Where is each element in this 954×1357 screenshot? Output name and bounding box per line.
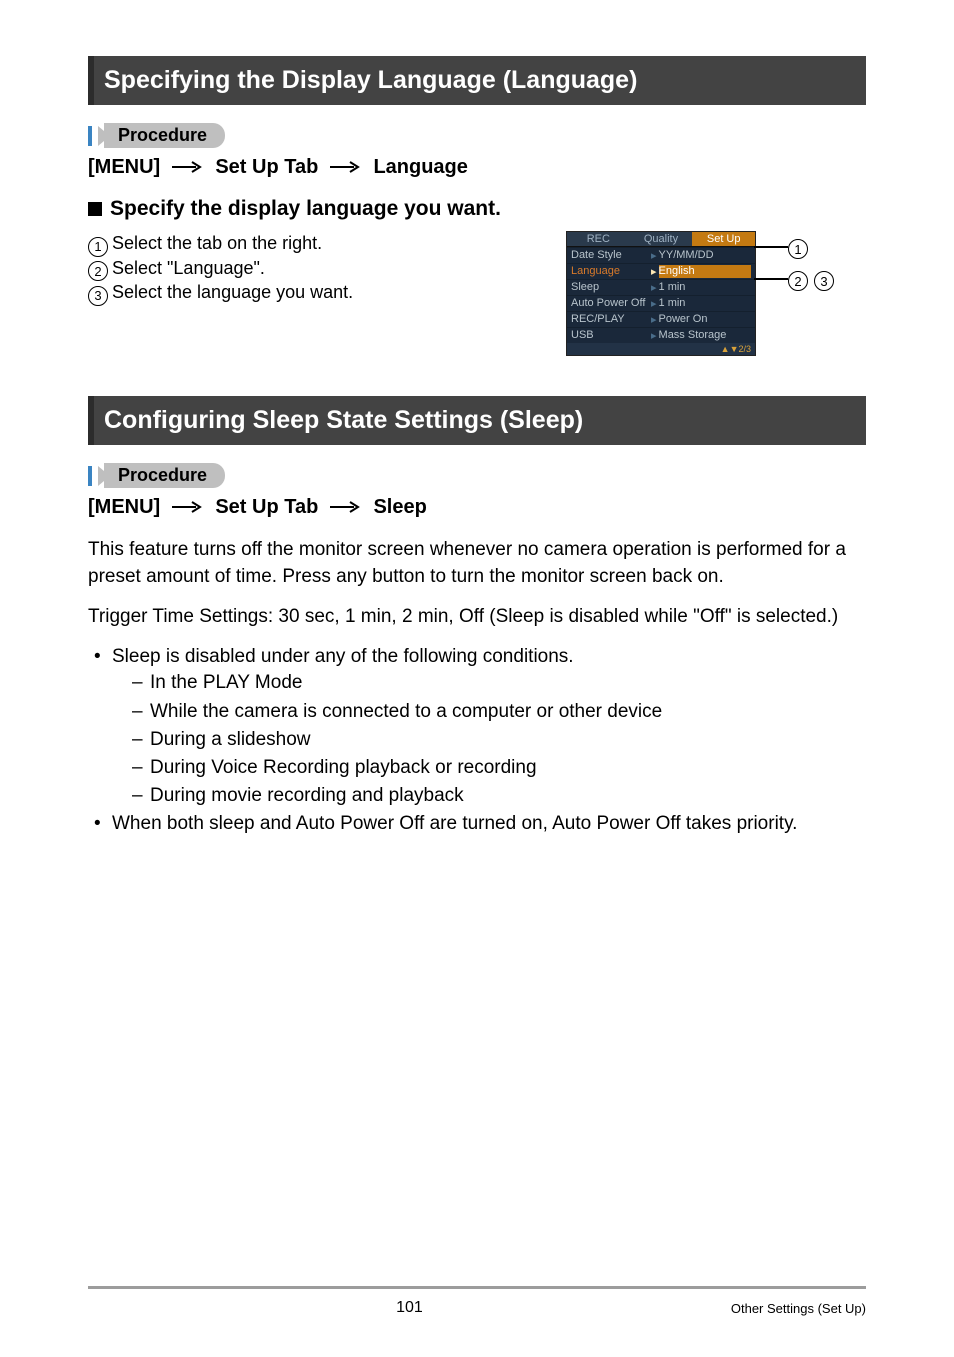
lcd-tab-setup: Set Up	[692, 232, 755, 246]
bc-setup: Set Up Tab	[215, 496, 318, 518]
callout-1: 1	[754, 237, 812, 257]
lcd-tab-quality: Quality	[630, 232, 693, 246]
lcd-row-sleep: Sleep▸1 min	[567, 279, 755, 295]
bc-menu: [MENU]	[88, 156, 160, 178]
lcd-row-auto-power-off: Auto Power Off▸1 min	[567, 295, 755, 311]
procedure-label: Procedure	[104, 463, 225, 488]
section-heading-language: Specifying the Display Language (Languag…	[88, 56, 866, 105]
subheading-text: Specify the display language you want.	[110, 197, 501, 221]
step-text: Select the language you want.	[112, 280, 353, 304]
breadcrumb-language: [MENU] Set Up Tab Language	[88, 156, 866, 179]
bc-item: Language	[373, 156, 467, 178]
procedure-tag: Procedure	[88, 123, 866, 148]
page-number: 101	[88, 1299, 731, 1317]
subheading-specify-lang: Specify the display language you want.	[88, 197, 866, 221]
step-text: Select the tab on the right.	[112, 231, 322, 255]
bc-menu: [MENU]	[88, 496, 160, 518]
dash-item: During movie recording and playback	[132, 783, 866, 809]
step-text: Select "Language".	[112, 256, 265, 280]
footer-section-name: Other Settings (Set Up)	[731, 1301, 866, 1316]
procedure-label: Procedure	[104, 123, 225, 148]
dash-item: During a slideshow	[132, 727, 866, 753]
section-heading-sleep: Configuring Sleep State Settings (Sleep)	[88, 396, 866, 445]
dash-item: While the camera is connected to a compu…	[132, 699, 866, 725]
step-3: 3Select the language you want.	[88, 280, 566, 304]
step-2: 2Select "Language".	[88, 256, 566, 280]
procedure-tag: Procedure	[88, 463, 866, 488]
lcd-row-language: Language▸English	[567, 263, 755, 279]
step-1: 1Select the tab on the right.	[88, 231, 566, 255]
sleep-para-1: This feature turns off the monitor scree…	[88, 537, 866, 589]
bc-item: Sleep	[373, 496, 426, 518]
camera-lcd-preview: REC Quality Set Up Date Style▸YY/MM/DD L…	[566, 231, 756, 356]
breadcrumb-sleep: [MENU] Set Up Tab Sleep	[88, 496, 866, 519]
lcd-row-rec-play: REC/PLAY▸Power On	[567, 311, 755, 327]
page-footer: 101 Other Settings (Set Up)	[88, 1286, 866, 1317]
dash-item: During Voice Recording playback or recor…	[132, 755, 866, 781]
callout-number: 3	[814, 271, 834, 291]
arrow-icon	[172, 496, 204, 519]
callout-2-3: 2 3	[754, 269, 838, 289]
lcd-row-usb: USB▸Mass Storage	[567, 327, 755, 343]
arrow-icon	[330, 156, 362, 179]
lcd-tab-rec: REC	[567, 232, 630, 246]
callout-number: 2	[788, 271, 808, 291]
dash-item: In the PLAY Mode	[132, 670, 866, 696]
bc-setup: Set Up Tab	[215, 156, 318, 178]
square-bullet-icon	[88, 202, 102, 216]
bullet-text: Sleep is disabled under any of the follo…	[112, 646, 574, 667]
arrow-icon	[172, 156, 204, 179]
lcd-row-date-style: Date Style▸YY/MM/DD	[567, 247, 755, 263]
bullet-priority: When both sleep and Auto Power Off are t…	[94, 811, 866, 837]
lcd-page-indicator: ▲▼2/3	[567, 343, 755, 355]
sleep-para-2: Trigger Time Settings: 30 sec, 1 min, 2 …	[88, 604, 866, 630]
arrow-icon	[330, 496, 362, 519]
callout-number: 1	[788, 239, 808, 259]
bullet-conditions: Sleep is disabled under any of the follo…	[94, 644, 866, 809]
